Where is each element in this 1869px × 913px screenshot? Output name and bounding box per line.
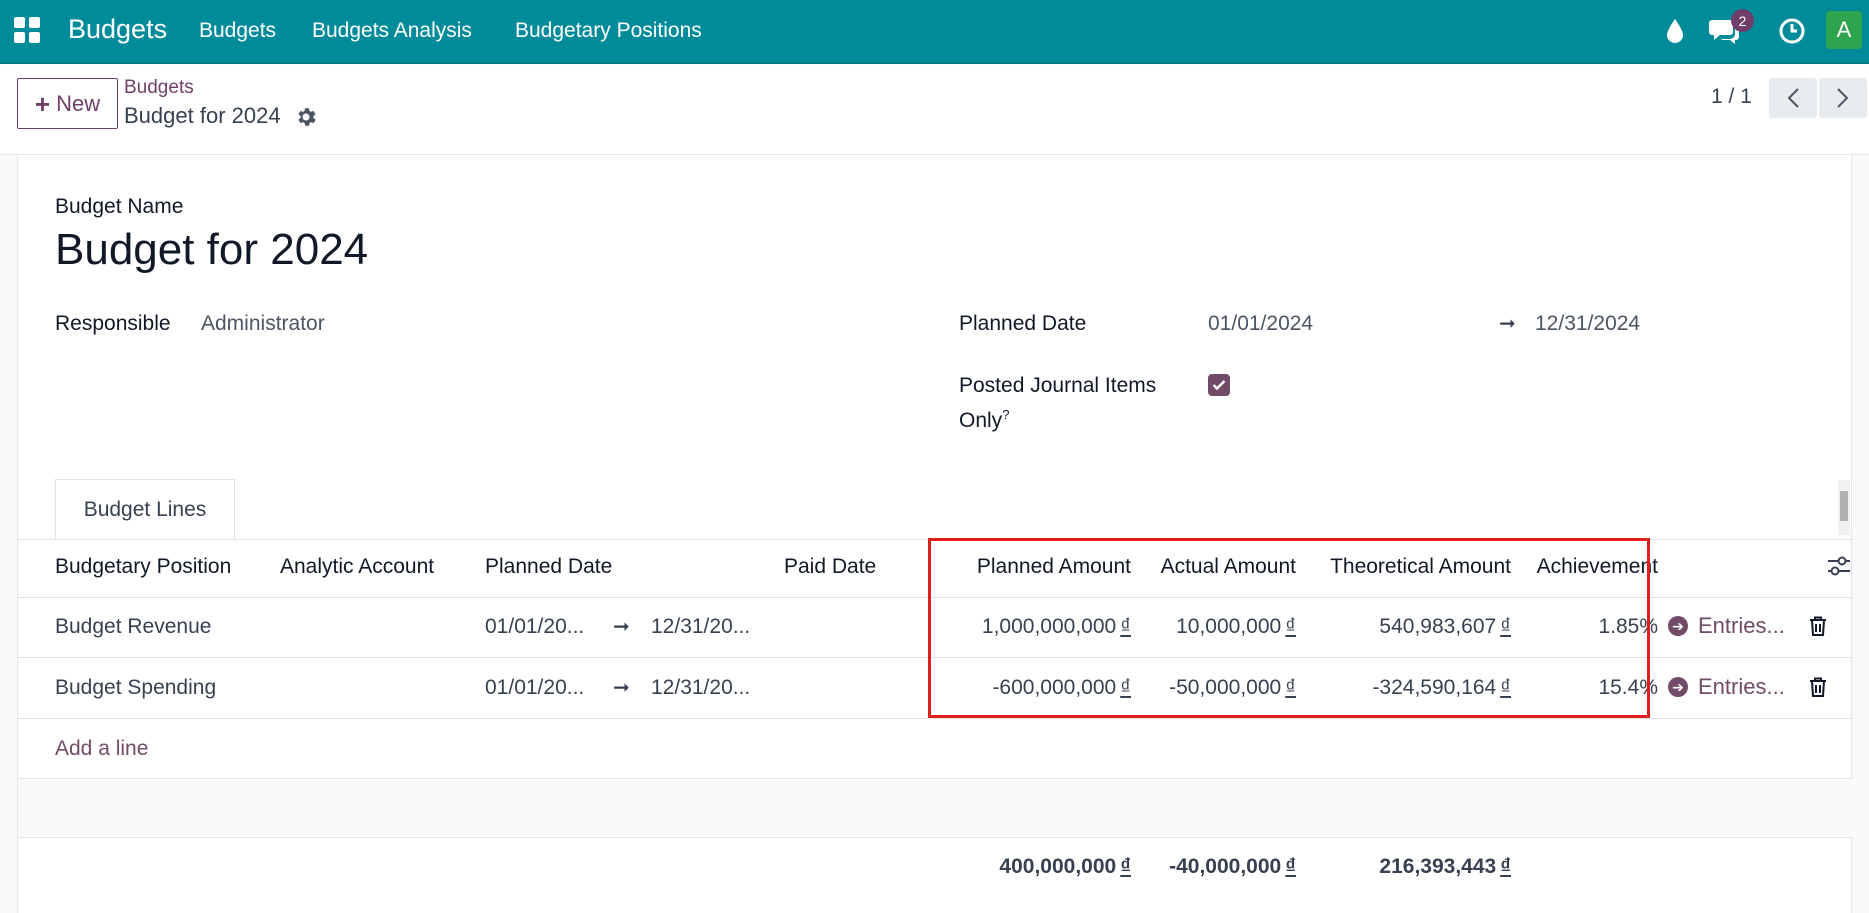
app-brand[interactable]: Budgets: [68, 14, 167, 45]
posted-items-checkbox[interactable]: [1208, 374, 1230, 396]
pager-previous-button[interactable]: [1769, 78, 1817, 118]
chevron-left-icon: [1787, 88, 1799, 108]
add-line-link[interactable]: Add a line: [55, 737, 148, 761]
column-settings-icon[interactable]: [1826, 555, 1852, 577]
form-sheet: Budget Name Budget for 2024 Responsible …: [17, 155, 1853, 913]
user-avatar[interactable]: A: [1826, 11, 1862, 49]
new-button[interactable]: + New: [17, 78, 118, 129]
row-position[interactable]: Budget Revenue: [55, 615, 211, 639]
empty-row: [18, 779, 1853, 837]
total-theoretical-amount: 216,393,443 ₫: [1379, 855, 1511, 878]
row-date-to[interactable]: 12/31/20...: [651, 676, 750, 700]
responsible-field[interactable]: Administrator: [201, 312, 325, 336]
row-date-to[interactable]: 12/31/20...: [651, 615, 750, 639]
trash-icon[interactable]: [1809, 677, 1827, 697]
scrollbar-thumb[interactable]: [1840, 491, 1848, 521]
breadcrumb-current: Budget for 2024: [124, 103, 281, 128]
budget-name-label: Budget Name: [55, 195, 184, 218]
planned-date-label: Planned Date: [959, 312, 1087, 335]
row-position[interactable]: Budget Spending: [55, 676, 216, 700]
date-start-field[interactable]: 01/01/2024: [1208, 312, 1313, 336]
gear-icon[interactable]: [294, 105, 318, 129]
plus-icon: +: [34, 88, 51, 119]
column-header-planned-date[interactable]: Planned Date: [485, 555, 612, 579]
date-end-field[interactable]: 12/31/2024: [1535, 312, 1640, 336]
column-header-budgetary-position[interactable]: Budgetary Position: [55, 555, 231, 579]
row-date-from[interactable]: 01/01/20...: [485, 676, 584, 700]
control-panel: + New Budgets Budget for 2024 1 / 1: [0, 65, 1869, 155]
menu-budgets[interactable]: Budgets: [199, 19, 276, 43]
date-arrow-icon: ➞: [613, 616, 630, 638]
clock-icon[interactable]: [1778, 17, 1806, 45]
posted-items-label-line2: Only?: [959, 407, 1010, 432]
posted-items-label: Posted Journal Items: [959, 374, 1157, 397]
message-count-badge: 2: [1731, 9, 1754, 32]
tab-budget-lines[interactable]: Budget Lines: [55, 479, 235, 540]
date-range-arrow-icon: ➞: [1499, 313, 1516, 335]
entries-button[interactable]: ➔ Entries...: [1668, 613, 1785, 639]
responsible-label: Responsible: [55, 312, 171, 335]
arrow-circle-right-icon: ➔: [1668, 616, 1688, 636]
help-tooltip-icon[interactable]: ?: [1002, 407, 1009, 422]
amount-columns-highlight: [928, 538, 1650, 718]
top-navbar: Budgets Budgets Budgets Analysis Budgeta…: [0, 0, 1869, 64]
total-planned-amount: 400,000,000 ₫: [999, 855, 1131, 878]
checkmark-icon: [1212, 380, 1226, 391]
chevron-right-icon: [1837, 88, 1849, 108]
total-actual-amount: -40,000,000 ₫: [1169, 855, 1296, 878]
row-date-from[interactable]: 01/01/20...: [485, 615, 584, 639]
budget-name-field[interactable]: Budget for 2024: [55, 225, 368, 275]
water-drop-icon[interactable]: [1666, 18, 1684, 44]
apps-menu-icon[interactable]: [14, 17, 40, 43]
date-arrow-icon: ➞: [613, 677, 630, 699]
pager-next-button[interactable]: [1819, 78, 1867, 118]
pager-counter[interactable]: 1 / 1: [1711, 85, 1752, 109]
arrow-circle-right-icon: ➔: [1668, 677, 1688, 697]
row-divider: [18, 718, 1853, 719]
trash-icon[interactable]: [1809, 616, 1827, 636]
menu-budgetary-positions[interactable]: Budgetary Positions: [515, 19, 702, 43]
breadcrumb-parent[interactable]: Budgets: [124, 77, 194, 99]
entries-button[interactable]: ➔ Entries...: [1668, 674, 1785, 700]
new-button-label: New: [56, 90, 101, 116]
menu-budgets-analysis[interactable]: Budgets Analysis: [312, 19, 472, 43]
column-header-paid-date[interactable]: Paid Date: [784, 555, 876, 579]
totals-divider: [18, 837, 1853, 838]
column-header-analytic-account[interactable]: Analytic Account: [280, 555, 434, 579]
